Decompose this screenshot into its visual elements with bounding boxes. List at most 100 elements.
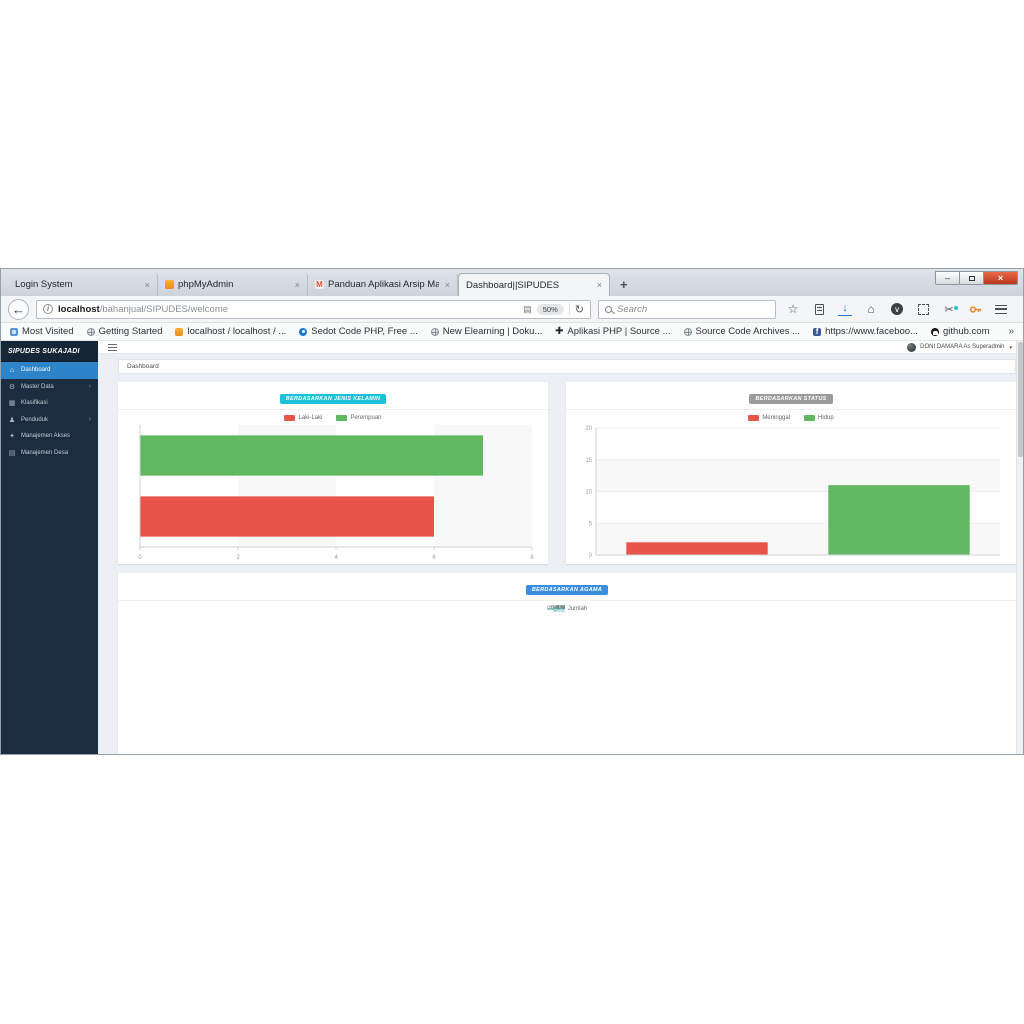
tab-title: Login System bbox=[15, 279, 73, 290]
gmail-favicon: M bbox=[315, 279, 324, 289]
bookmarks-overflow-chevron[interactable]: » bbox=[1008, 326, 1014, 337]
bookmark-new-elearning[interactable]: New Elearning | Doku... bbox=[430, 326, 542, 337]
access-icon: ✦ bbox=[9, 433, 15, 441]
reader-mode-icon[interactable]: ▤ bbox=[523, 304, 532, 315]
svg-text:0: 0 bbox=[589, 553, 593, 559]
github-icon bbox=[931, 327, 940, 336]
zoom-level-badge[interactable]: 50% bbox=[536, 303, 564, 315]
tab-title: Panduan Aplikasi Arsip Mana bbox=[328, 279, 439, 290]
app-menu-toggle-icon[interactable] bbox=[108, 343, 117, 351]
tab-close-icon[interactable]: × bbox=[293, 280, 300, 290]
new-tab-button[interactable]: + bbox=[610, 273, 638, 296]
tab-panduan[interactable]: M Panduan Aplikasi Arsip Mana × bbox=[308, 273, 458, 296]
user-menu[interactable]: DONI DAMARA As Superadmin ▼ bbox=[907, 342, 1013, 352]
sidebar: SIPUDES SUKAJADI ⌂ Dashboard ⚙ Master Da… bbox=[1, 341, 98, 754]
bookmark-github[interactable]: github.com bbox=[931, 326, 990, 337]
bookmarks-bar: Most Visited Getting Started localhost /… bbox=[1, 323, 1023, 341]
bookmarks-menu-icon[interactable] bbox=[812, 302, 826, 316]
tab-phpmyadmin[interactable]: phpMyAdmin × bbox=[158, 273, 308, 296]
content-area: Dashboard BERDASARKAN JENIS KELAMIN Laki… bbox=[98, 354, 1023, 754]
back-button[interactable]: ← bbox=[8, 298, 29, 320]
users-icon: ♟ bbox=[8, 416, 16, 424]
blue-circle-icon bbox=[299, 327, 308, 336]
legend-item[interactable]: Perempuan bbox=[336, 415, 382, 421]
downloads-icon[interactable]: ↓ bbox=[838, 302, 852, 316]
bookmark-most-visited[interactable]: Most Visited bbox=[10, 326, 74, 337]
svg-text:4: 4 bbox=[334, 555, 338, 561]
home-icon[interactable]: ⌂ bbox=[864, 302, 878, 316]
legend-item[interactable]: Laki-Laki bbox=[284, 415, 322, 421]
avatar bbox=[907, 342, 917, 352]
svg-text:20: 20 bbox=[585, 426, 592, 432]
bookmark-localhost[interactable]: localhost / localhost / ... bbox=[175, 326, 286, 337]
screenshot-tool-icon[interactable]: ✂ bbox=[942, 302, 958, 316]
sidebar-item-manajemen-akses[interactable]: ✦ Manajemen Akses bbox=[1, 428, 98, 445]
globe-icon bbox=[683, 327, 692, 336]
breadcrumb: Dashboard bbox=[118, 359, 1016, 374]
sidebar-item-penduduk[interactable]: ♟ Penduduk › bbox=[1, 412, 98, 429]
bookmark-sedot-code[interactable]: Sedot Code PHP, Free ... bbox=[299, 326, 418, 337]
phpmyadmin-icon bbox=[175, 327, 184, 336]
tab-bar: Login System × phpMyAdmin × M Panduan Ap… bbox=[1, 269, 1023, 296]
bookmark-facebook[interactable]: f https://www.faceboo... bbox=[813, 326, 918, 337]
tab-close-icon[interactable]: × bbox=[443, 280, 450, 290]
legend-item[interactable]: 02468IslamKristenKatholikHinduBudhaKhong… bbox=[546, 605, 587, 613]
browser-window: Login System × phpMyAdmin × M Panduan Ap… bbox=[0, 268, 1024, 755]
pocket-icon[interactable]: ∨ bbox=[890, 302, 904, 316]
screenshot-frame-icon[interactable] bbox=[916, 302, 930, 316]
legend-item[interactable]: Hidup bbox=[804, 415, 834, 421]
globe-icon bbox=[430, 327, 439, 336]
search-icon bbox=[605, 305, 612, 313]
chart-badge-gender: BERDASARKAN JENIS KELAMIN bbox=[279, 394, 387, 404]
sidebar-item-manajemen-desa[interactable]: ▤ Manajemen Desa bbox=[1, 445, 98, 462]
divider bbox=[568, 303, 570, 315]
chart-card-status: BERDASARKAN STATUS Meninggal Hidup 0 5 10 15… bbox=[566, 382, 1016, 564]
chevron-right-icon: › bbox=[88, 416, 91, 424]
legend-item[interactable]: Meninggal bbox=[748, 415, 790, 421]
sidebar-item-dashboard[interactable]: ⌂ Dashboard bbox=[1, 362, 98, 379]
url-bar[interactable]: i localhost/bahanjual/SIPUDES/welcome ▤ … bbox=[36, 299, 591, 319]
svg-text:8: 8 bbox=[530, 555, 534, 561]
divider bbox=[566, 409, 1016, 410]
sidebar-item-klasifikasi[interactable]: ▦ Klasifikasi bbox=[1, 395, 98, 412]
cross-icon: ✚ bbox=[555, 325, 564, 337]
search-input[interactable] bbox=[617, 303, 769, 315]
tab-dashboard-sipudes[interactable]: Dashboard||SIPUDES × bbox=[458, 273, 610, 296]
maximize-button[interactable] bbox=[959, 271, 984, 285]
bookmark-aplikasi-php[interactable]: ✚ Aplikasi PHP | Source ... bbox=[555, 326, 670, 337]
chart-legend: Meninggal Hidup bbox=[574, 413, 1008, 423]
site-info-icon[interactable]: i bbox=[43, 304, 53, 314]
svg-text:15: 15 bbox=[585, 458, 592, 464]
menu-icon[interactable] bbox=[994, 302, 1008, 316]
bookmark-source-code-archives[interactable]: Source Code Archives ... bbox=[683, 326, 800, 337]
app-header: DONI DAMARA As Superadmin ▼ bbox=[98, 341, 1023, 354]
svg-text:5: 5 bbox=[589, 521, 593, 527]
password-key-icon[interactable] bbox=[968, 302, 982, 316]
tab-close-icon[interactable]: × bbox=[143, 280, 150, 290]
phpmyadmin-favicon bbox=[165, 280, 174, 289]
svg-text:2: 2 bbox=[561, 608, 565, 613]
minimize-button[interactable]: – bbox=[935, 271, 960, 285]
scrollbar-thumb[interactable] bbox=[1018, 342, 1023, 457]
tab-title: phpMyAdmin bbox=[178, 279, 234, 290]
home-icon: ⌂ bbox=[9, 366, 15, 374]
bookmark-star-icon[interactable]: ☆ bbox=[786, 302, 800, 316]
main-area: DONI DAMARA As Superadmin ▼ Dashboard BE… bbox=[98, 341, 1023, 754]
tab-login-system[interactable]: Login System × bbox=[8, 273, 158, 296]
maximize-icon bbox=[968, 275, 975, 281]
chart-legend: Laki-Laki Perempuan bbox=[126, 413, 540, 423]
divider bbox=[118, 409, 548, 410]
sidebar-item-master-data[interactable]: ⚙ Master Data › bbox=[1, 379, 98, 396]
bookmark-getting-started[interactable]: Getting Started bbox=[86, 326, 162, 337]
close-button[interactable]: × bbox=[983, 271, 1018, 285]
svg-text:10: 10 bbox=[585, 490, 592, 496]
search-box[interactable] bbox=[598, 299, 776, 319]
tab-title: Dashboard||SIPUDES bbox=[466, 279, 560, 291]
chart-legend: 02468IslamKristenKatholikHinduBudhaKhong… bbox=[126, 604, 1008, 614]
village-icon: ▤ bbox=[8, 449, 16, 457]
page-scrollbar[interactable] bbox=[1016, 341, 1023, 754]
reload-icon[interactable]: ↻ bbox=[575, 303, 584, 316]
sidebar-brand[interactable]: SIPUDES SUKAJADI bbox=[1, 341, 98, 362]
url-host: localhost bbox=[58, 303, 100, 315]
tab-close-icon[interactable]: × bbox=[595, 280, 602, 290]
